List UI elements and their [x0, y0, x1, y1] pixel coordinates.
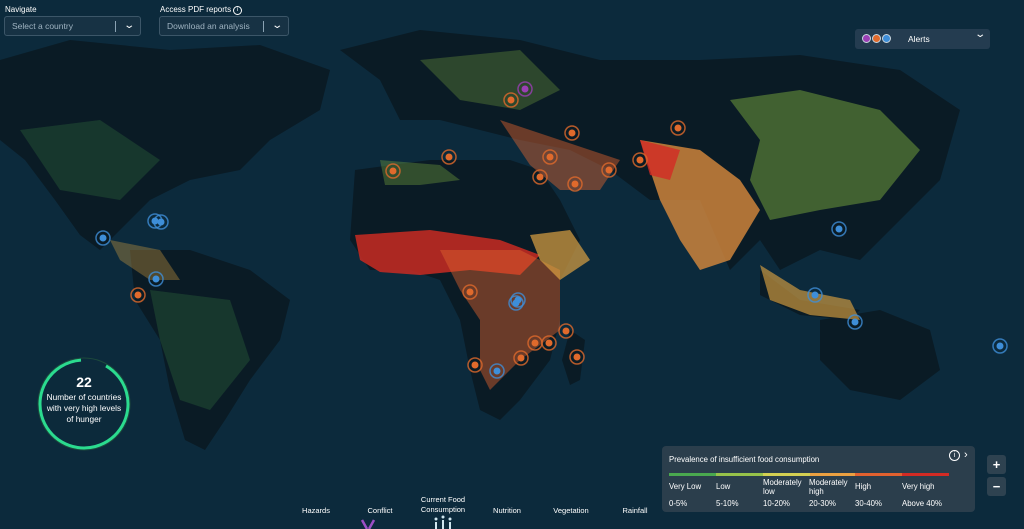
legend-range: 20-30% [809, 499, 836, 508]
legend-range: 0-5% [669, 499, 688, 508]
conflict-icon [360, 519, 376, 529]
legend-range: 10-20% [763, 499, 790, 508]
select-divider [115, 21, 116, 32]
info-icon[interactable]: i [233, 6, 243, 15]
tab-conflict[interactable]: Conflict [360, 506, 400, 516]
chevron-down-icon: ⌄ [122, 20, 135, 31]
alerts-label: Alerts [908, 34, 930, 44]
legend-category: High [855, 482, 872, 491]
tab-rainfall[interactable]: Rainfall [615, 506, 655, 516]
counter-text: Number of countries with very high level… [46, 392, 122, 424]
chevron-down-icon: ⌄ [270, 20, 283, 31]
alert-marker[interactable] [992, 338, 1008, 354]
alerts-dropdown[interactable]: Alerts ⌄ [855, 29, 990, 49]
legend-category: Very Low [669, 482, 702, 491]
legend-bar-very-high [902, 473, 949, 476]
info-icon[interactable]: i [949, 450, 960, 461]
legend-range: 30-40% [855, 499, 882, 508]
navigate-label: Navigate [5, 5, 37, 14]
analysis-select-placeholder: Download an analysis [167, 21, 250, 31]
tab-nutrition[interactable]: Nutrition [486, 506, 528, 516]
alert-dot-blue [882, 34, 891, 43]
chevron-right-icon[interactable]: › [964, 449, 968, 461]
legend-category: Moderately low [763, 478, 802, 496]
alert-dot-purple [862, 34, 871, 43]
food-consumption-icon [434, 515, 452, 529]
legend-range: 5-10% [716, 499, 739, 508]
tab-hazards[interactable]: Hazards [296, 506, 336, 516]
chevron-down-icon: ⌄ [973, 29, 986, 40]
legend-bar-low [716, 473, 763, 476]
legend-bar-very-low [669, 473, 716, 476]
alert-dot-orange [872, 34, 881, 43]
legend-bar-moderately-low [763, 473, 810, 476]
legend-category: Low [716, 482, 731, 491]
select-divider [263, 21, 264, 32]
country-select-placeholder: Select a country [12, 21, 73, 31]
legend-category: Moderately high [809, 478, 848, 496]
legend-panel: Prevalence of insufficient food consumpt… [662, 446, 975, 512]
legend-category: Very high [902, 482, 935, 491]
zoom-out-button[interactable]: − [987, 477, 1006, 496]
hunger-counter: 22 Number of countries with very high le… [36, 352, 140, 456]
legend-range: Above 40% [902, 499, 942, 508]
analysis-select[interactable]: Download an analysis ⌄ [159, 16, 289, 36]
zoom-in-button[interactable]: + [987, 455, 1006, 474]
legend-bar-high [855, 473, 902, 476]
counter-value: 22 [76, 374, 92, 390]
tab-current-food-consumption[interactable]: Current Food Consumption [413, 495, 473, 514]
legend-title: Prevalence of insufficient food consumpt… [669, 455, 820, 464]
country-select[interactable]: Select a country ⌄ [4, 16, 141, 36]
tab-vegetation[interactable]: Vegetation [546, 506, 596, 516]
legend-bar-moderately-high [810, 473, 855, 476]
pdf-reports-label: Access PDF reports [160, 5, 232, 14]
